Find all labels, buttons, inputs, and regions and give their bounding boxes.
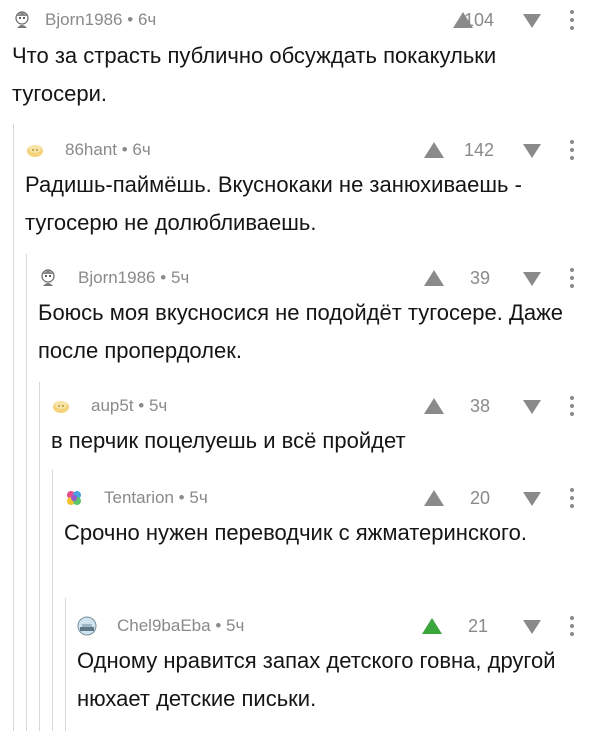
comment-rating: 104 <box>463 10 494 30</box>
upvote-arrow-icon[interactable] <box>423 488 445 508</box>
comment-text: Радишь-паймёшь. Вкуснокаки не занюхиваеш… <box>25 172 522 235</box>
pikabu-default-avatar-icon[interactable] <box>51 396 71 416</box>
comment-author[interactable]: 86hant • 6ч <box>65 140 151 160</box>
comment: Bjorn1986 • 6ч 104 Что за страсть публич… <box>12 8 600 108</box>
thread-line <box>13 124 14 731</box>
downvote-arrow-icon[interactable] <box>522 142 542 160</box>
comment-author[interactable]: Chel9baEba • 5ч <box>117 616 244 636</box>
comment-rating: 142 <box>463 140 494 160</box>
downvote-arrow-icon[interactable] <box>522 12 542 30</box>
downvote-arrow-icon[interactable] <box>522 270 542 288</box>
comment-meta: 86hant • 6ч 142 <box>25 138 600 164</box>
more-options-icon[interactable] <box>568 395 576 417</box>
comment: Bjorn1986 • 5ч 39 Боюсь моя вкусносися н… <box>38 266 600 376</box>
comment-meta: Bjorn1986 • 6ч 104 <box>12 8 600 34</box>
comment-meta: Tentarion • 5ч 20 <box>64 486 600 512</box>
comment: Chel9baEba • 5ч 21 Одному нравится запах… <box>77 614 600 724</box>
cartoon-avatar-icon[interactable] <box>38 268 58 288</box>
comment: aup5t • 5ч 38 в перчик поцелуешь и всё п… <box>51 394 600 464</box>
comment-author[interactable]: Bjorn1986 • 6ч <box>45 10 156 30</box>
comment-text: Срочно нужен переводчик с яжматеринского… <box>64 520 527 545</box>
more-options-icon[interactable] <box>568 9 576 31</box>
comment-text: Одному нравится запах детского говна, др… <box>77 648 556 711</box>
comment-author[interactable]: Tentarion • 5ч <box>104 488 208 508</box>
more-options-icon[interactable] <box>568 267 576 289</box>
downvote-arrow-icon[interactable] <box>522 398 542 416</box>
more-options-icon[interactable] <box>568 139 576 161</box>
comment-text: в перчик поцелуешь и всё пройдет <box>51 428 406 453</box>
colorful-brain-avatar-icon[interactable] <box>64 488 84 508</box>
comment-meta: Bjorn1986 • 5ч 39 <box>38 266 600 292</box>
comment-text: Что за страсть публично обсуждать покаку… <box>12 43 497 106</box>
upvote-arrow-icon[interactable] <box>421 616 443 636</box>
comment-rating: 20 <box>469 488 490 508</box>
cartoon-avatar-icon[interactable] <box>12 10 32 30</box>
thread-line <box>26 254 27 731</box>
comment-meta: Chel9baEba • 5ч 21 <box>77 614 600 640</box>
more-options-icon[interactable] <box>568 615 576 637</box>
downvote-arrow-icon[interactable] <box>522 618 542 636</box>
comment-rating: 38 <box>469 396 490 416</box>
comment-author[interactable]: Bjorn1986 • 5ч <box>78 268 189 288</box>
downvote-arrow-icon[interactable] <box>522 490 542 508</box>
more-options-icon[interactable] <box>568 487 576 509</box>
comment-rating: 39 <box>469 268 490 288</box>
comment-author[interactable]: aup5t • 5ч <box>91 396 167 416</box>
thread-line <box>65 598 66 731</box>
landscape-avatar-icon[interactable] <box>77 616 97 636</box>
comment: Tentarion • 5ч 20 Срочно нужен переводчи… <box>64 486 600 596</box>
pikabu-default-avatar-icon[interactable] <box>25 140 45 160</box>
comment-text: Боюсь моя вкусносися не подойдёт тугосер… <box>38 300 564 363</box>
comment: 86hant • 6ч 142 Радишь-паймёшь. Вкуснока… <box>25 138 600 248</box>
upvote-arrow-icon[interactable] <box>423 140 445 160</box>
thread-line <box>39 382 40 731</box>
upvote-arrow-icon[interactable] <box>423 396 445 416</box>
comment-meta: aup5t • 5ч 38 <box>51 394 600 420</box>
upvote-arrow-icon[interactable] <box>423 268 445 288</box>
comment-rating: 21 <box>467 616 488 636</box>
thread-line <box>52 470 53 731</box>
